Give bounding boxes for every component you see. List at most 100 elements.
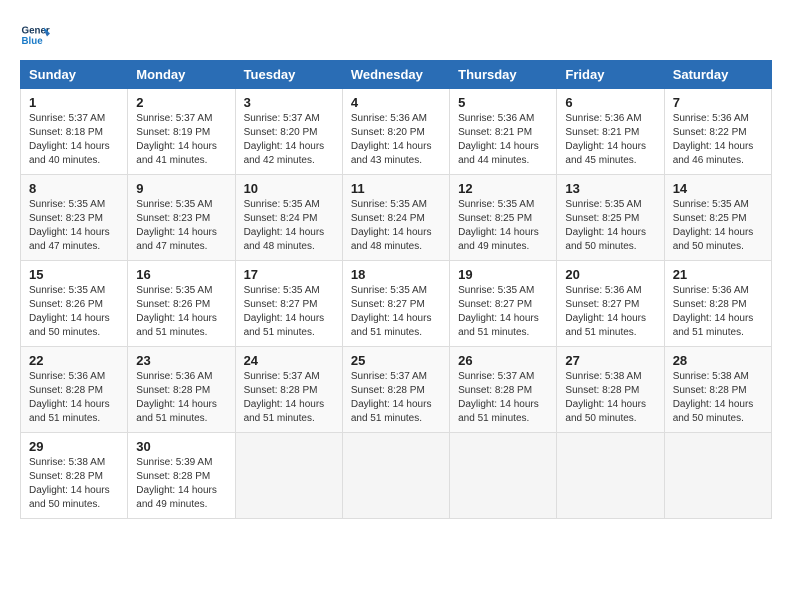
day-number: 30 <box>136 439 226 454</box>
day-info: Sunrise: 5:36 AMSunset: 8:21 PMDaylight:… <box>458 113 539 166</box>
day-number: 20 <box>565 267 655 282</box>
calendar-cell: 16 Sunrise: 5:35 AMSunset: 8:26 PMDaylig… <box>128 261 235 347</box>
day-number: 14 <box>673 181 763 196</box>
day-info: Sunrise: 5:36 AMSunset: 8:20 PMDaylight:… <box>351 113 432 166</box>
calendar-cell <box>235 433 342 519</box>
col-header-friday: Friday <box>557 61 664 89</box>
col-header-sunday: Sunday <box>21 61 128 89</box>
calendar-week-row: 1 Sunrise: 5:37 AMSunset: 8:18 PMDayligh… <box>21 89 772 175</box>
calendar-cell: 9 Sunrise: 5:35 AMSunset: 8:23 PMDayligh… <box>128 175 235 261</box>
day-number: 1 <box>29 95 119 110</box>
day-info: Sunrise: 5:37 AMSunset: 8:20 PMDaylight:… <box>244 113 325 166</box>
day-number: 8 <box>29 181 119 196</box>
day-number: 17 <box>244 267 334 282</box>
day-number: 27 <box>565 353 655 368</box>
day-info: Sunrise: 5:35 AMSunset: 8:23 PMDaylight:… <box>29 199 110 252</box>
calendar-cell: 8 Sunrise: 5:35 AMSunset: 8:23 PMDayligh… <box>21 175 128 261</box>
day-info: Sunrise: 5:35 AMSunset: 8:24 PMDaylight:… <box>244 199 325 252</box>
calendar-cell: 27 Sunrise: 5:38 AMSunset: 8:28 PMDaylig… <box>557 347 664 433</box>
calendar-cell: 19 Sunrise: 5:35 AMSunset: 8:27 PMDaylig… <box>450 261 557 347</box>
day-number: 16 <box>136 267 226 282</box>
col-header-monday: Monday <box>128 61 235 89</box>
calendar-cell: 21 Sunrise: 5:36 AMSunset: 8:28 PMDaylig… <box>664 261 771 347</box>
calendar-week-row: 29 Sunrise: 5:38 AMSunset: 8:28 PMDaylig… <box>21 433 772 519</box>
calendar-cell: 1 Sunrise: 5:37 AMSunset: 8:18 PMDayligh… <box>21 89 128 175</box>
calendar-cell: 30 Sunrise: 5:39 AMSunset: 8:28 PMDaylig… <box>128 433 235 519</box>
day-info: Sunrise: 5:36 AMSunset: 8:28 PMDaylight:… <box>29 371 110 424</box>
day-info: Sunrise: 5:36 AMSunset: 8:21 PMDaylight:… <box>565 113 646 166</box>
day-info: Sunrise: 5:36 AMSunset: 8:22 PMDaylight:… <box>673 113 754 166</box>
calendar-cell: 23 Sunrise: 5:36 AMSunset: 8:28 PMDaylig… <box>128 347 235 433</box>
day-number: 15 <box>29 267 119 282</box>
day-info: Sunrise: 5:35 AMSunset: 8:25 PMDaylight:… <box>565 199 646 252</box>
day-number: 25 <box>351 353 441 368</box>
logo: General Blue <box>20 20 50 50</box>
day-number: 5 <box>458 95 548 110</box>
day-info: Sunrise: 5:35 AMSunset: 8:26 PMDaylight:… <box>136 285 217 338</box>
day-info: Sunrise: 5:35 AMSunset: 8:26 PMDaylight:… <box>29 285 110 338</box>
day-info: Sunrise: 5:35 AMSunset: 8:25 PMDaylight:… <box>673 199 754 252</box>
calendar-week-row: 22 Sunrise: 5:36 AMSunset: 8:28 PMDaylig… <box>21 347 772 433</box>
svg-text:Blue: Blue <box>22 36 44 47</box>
day-info: Sunrise: 5:36 AMSunset: 8:28 PMDaylight:… <box>136 371 217 424</box>
day-number: 19 <box>458 267 548 282</box>
day-info: Sunrise: 5:37 AMSunset: 8:19 PMDaylight:… <box>136 113 217 166</box>
calendar-cell: 17 Sunrise: 5:35 AMSunset: 8:27 PMDaylig… <box>235 261 342 347</box>
calendar-cell: 15 Sunrise: 5:35 AMSunset: 8:26 PMDaylig… <box>21 261 128 347</box>
day-number: 2 <box>136 95 226 110</box>
day-number: 13 <box>565 181 655 196</box>
calendar-cell: 7 Sunrise: 5:36 AMSunset: 8:22 PMDayligh… <box>664 89 771 175</box>
day-number: 6 <box>565 95 655 110</box>
day-info: Sunrise: 5:38 AMSunset: 8:28 PMDaylight:… <box>565 371 646 424</box>
logo-icon: General Blue <box>20 20 50 50</box>
calendar-cell: 20 Sunrise: 5:36 AMSunset: 8:27 PMDaylig… <box>557 261 664 347</box>
day-info: Sunrise: 5:37 AMSunset: 8:18 PMDaylight:… <box>29 113 110 166</box>
calendar-cell: 29 Sunrise: 5:38 AMSunset: 8:28 PMDaylig… <box>21 433 128 519</box>
calendar-week-row: 8 Sunrise: 5:35 AMSunset: 8:23 PMDayligh… <box>21 175 772 261</box>
calendar-cell: 26 Sunrise: 5:37 AMSunset: 8:28 PMDaylig… <box>450 347 557 433</box>
day-number: 23 <box>136 353 226 368</box>
day-info: Sunrise: 5:36 AMSunset: 8:28 PMDaylight:… <box>673 285 754 338</box>
col-header-tuesday: Tuesday <box>235 61 342 89</box>
day-number: 10 <box>244 181 334 196</box>
col-header-wednesday: Wednesday <box>342 61 449 89</box>
day-info: Sunrise: 5:35 AMSunset: 8:27 PMDaylight:… <box>351 285 432 338</box>
page-header: General Blue <box>20 20 772 50</box>
calendar-cell: 11 Sunrise: 5:35 AMSunset: 8:24 PMDaylig… <box>342 175 449 261</box>
day-info: Sunrise: 5:35 AMSunset: 8:23 PMDaylight:… <box>136 199 217 252</box>
day-info: Sunrise: 5:35 AMSunset: 8:24 PMDaylight:… <box>351 199 432 252</box>
calendar-cell: 5 Sunrise: 5:36 AMSunset: 8:21 PMDayligh… <box>450 89 557 175</box>
day-number: 18 <box>351 267 441 282</box>
calendar-cell: 12 Sunrise: 5:35 AMSunset: 8:25 PMDaylig… <box>450 175 557 261</box>
col-header-saturday: Saturday <box>664 61 771 89</box>
day-number: 12 <box>458 181 548 196</box>
calendar-cell: 14 Sunrise: 5:35 AMSunset: 8:25 PMDaylig… <box>664 175 771 261</box>
day-number: 26 <box>458 353 548 368</box>
calendar-cell <box>557 433 664 519</box>
calendar-table: SundayMondayTuesdayWednesdayThursdayFrid… <box>20 60 772 519</box>
calendar-cell: 24 Sunrise: 5:37 AMSunset: 8:28 PMDaylig… <box>235 347 342 433</box>
calendar-cell <box>664 433 771 519</box>
calendar-cell: 10 Sunrise: 5:35 AMSunset: 8:24 PMDaylig… <box>235 175 342 261</box>
calendar-cell <box>342 433 449 519</box>
calendar-cell <box>450 433 557 519</box>
day-info: Sunrise: 5:35 AMSunset: 8:27 PMDaylight:… <box>244 285 325 338</box>
day-info: Sunrise: 5:37 AMSunset: 8:28 PMDaylight:… <box>458 371 539 424</box>
day-number: 22 <box>29 353 119 368</box>
day-info: Sunrise: 5:37 AMSunset: 8:28 PMDaylight:… <box>351 371 432 424</box>
day-number: 21 <box>673 267 763 282</box>
day-number: 4 <box>351 95 441 110</box>
day-info: Sunrise: 5:35 AMSunset: 8:25 PMDaylight:… <box>458 199 539 252</box>
day-number: 7 <box>673 95 763 110</box>
calendar-cell: 18 Sunrise: 5:35 AMSunset: 8:27 PMDaylig… <box>342 261 449 347</box>
day-info: Sunrise: 5:36 AMSunset: 8:27 PMDaylight:… <box>565 285 646 338</box>
day-number: 3 <box>244 95 334 110</box>
col-header-thursday: Thursday <box>450 61 557 89</box>
day-number: 29 <box>29 439 119 454</box>
day-number: 11 <box>351 181 441 196</box>
day-info: Sunrise: 5:38 AMSunset: 8:28 PMDaylight:… <box>673 371 754 424</box>
calendar-cell: 22 Sunrise: 5:36 AMSunset: 8:28 PMDaylig… <box>21 347 128 433</box>
day-number: 24 <box>244 353 334 368</box>
calendar-cell: 13 Sunrise: 5:35 AMSunset: 8:25 PMDaylig… <box>557 175 664 261</box>
calendar-header-row: SundayMondayTuesdayWednesdayThursdayFrid… <box>21 61 772 89</box>
